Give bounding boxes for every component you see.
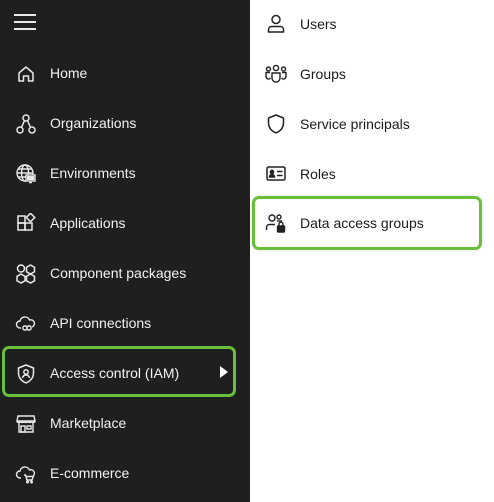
sidebar: Home Organizations Environments Applicat… xyxy=(0,0,250,502)
submenu-item-label: Data access groups xyxy=(300,215,424,231)
sidebar-item-api-connections[interactable]: API connections xyxy=(0,299,250,349)
sidebar-item-component-packages[interactable]: Component packages xyxy=(0,249,250,299)
sidebar-item-marketplace[interactable]: Marketplace xyxy=(0,399,250,449)
user-icon xyxy=(264,12,288,36)
hamburger-menu-icon[interactable] xyxy=(14,11,36,31)
sidebar-item-label: API connections xyxy=(50,315,152,331)
sidebar-item-label: Environments xyxy=(50,165,136,181)
component-packages-icon xyxy=(14,262,38,286)
sidebar-item-label: E-commerce xyxy=(50,465,130,481)
submenu-item-groups[interactable]: Groups xyxy=(250,50,494,100)
marketplace-icon xyxy=(14,412,38,436)
sidebar-item-label: Marketplace xyxy=(50,415,127,431)
submenu-item-label: Roles xyxy=(300,166,336,182)
ecommerce-icon xyxy=(14,462,38,486)
sidebar-item-ecommerce[interactable]: E-commerce xyxy=(0,449,250,499)
sidebar-item-organizations[interactable]: Organizations xyxy=(0,99,250,149)
submenu-item-service-principals[interactable]: Service principals xyxy=(250,100,494,150)
sidebar-item-home[interactable]: Home xyxy=(0,49,250,99)
expand-arrow-icon xyxy=(220,366,228,378)
sidebar-item-label: Applications xyxy=(50,215,126,231)
organizations-icon xyxy=(14,112,38,136)
sidebar-item-label: Home xyxy=(50,65,88,81)
shield-icon xyxy=(264,112,288,136)
home-icon xyxy=(14,62,38,86)
submenu-item-label: Groups xyxy=(300,66,346,82)
submenu-item-users[interactable]: Users xyxy=(250,0,494,50)
sidebar-item-access-control[interactable]: Access control (IAM) xyxy=(0,349,250,399)
sidebar-item-applications[interactable]: Applications xyxy=(0,199,250,249)
data-access-groups-icon xyxy=(264,211,288,235)
applications-icon xyxy=(14,212,38,236)
sidebar-item-environments[interactable]: Environments xyxy=(0,149,250,199)
access-control-icon xyxy=(14,362,38,386)
api-connections-icon xyxy=(14,312,38,336)
id-card-icon xyxy=(264,162,288,186)
submenu-item-data-access-groups[interactable]: Data access groups xyxy=(250,199,494,249)
sidebar-item-label: Component packages xyxy=(50,265,187,281)
access-control-submenu: Users Groups Service principals Roles Da… xyxy=(250,0,494,502)
sidebar-item-label: Organizations xyxy=(50,115,137,131)
environments-icon xyxy=(14,162,38,186)
submenu-item-roles[interactable]: Roles xyxy=(250,150,494,200)
submenu-item-label: Service principals xyxy=(300,116,410,132)
sidebar-item-label: Access control (IAM) xyxy=(50,365,180,381)
groups-icon xyxy=(264,62,288,86)
submenu-item-label: Users xyxy=(300,16,337,32)
